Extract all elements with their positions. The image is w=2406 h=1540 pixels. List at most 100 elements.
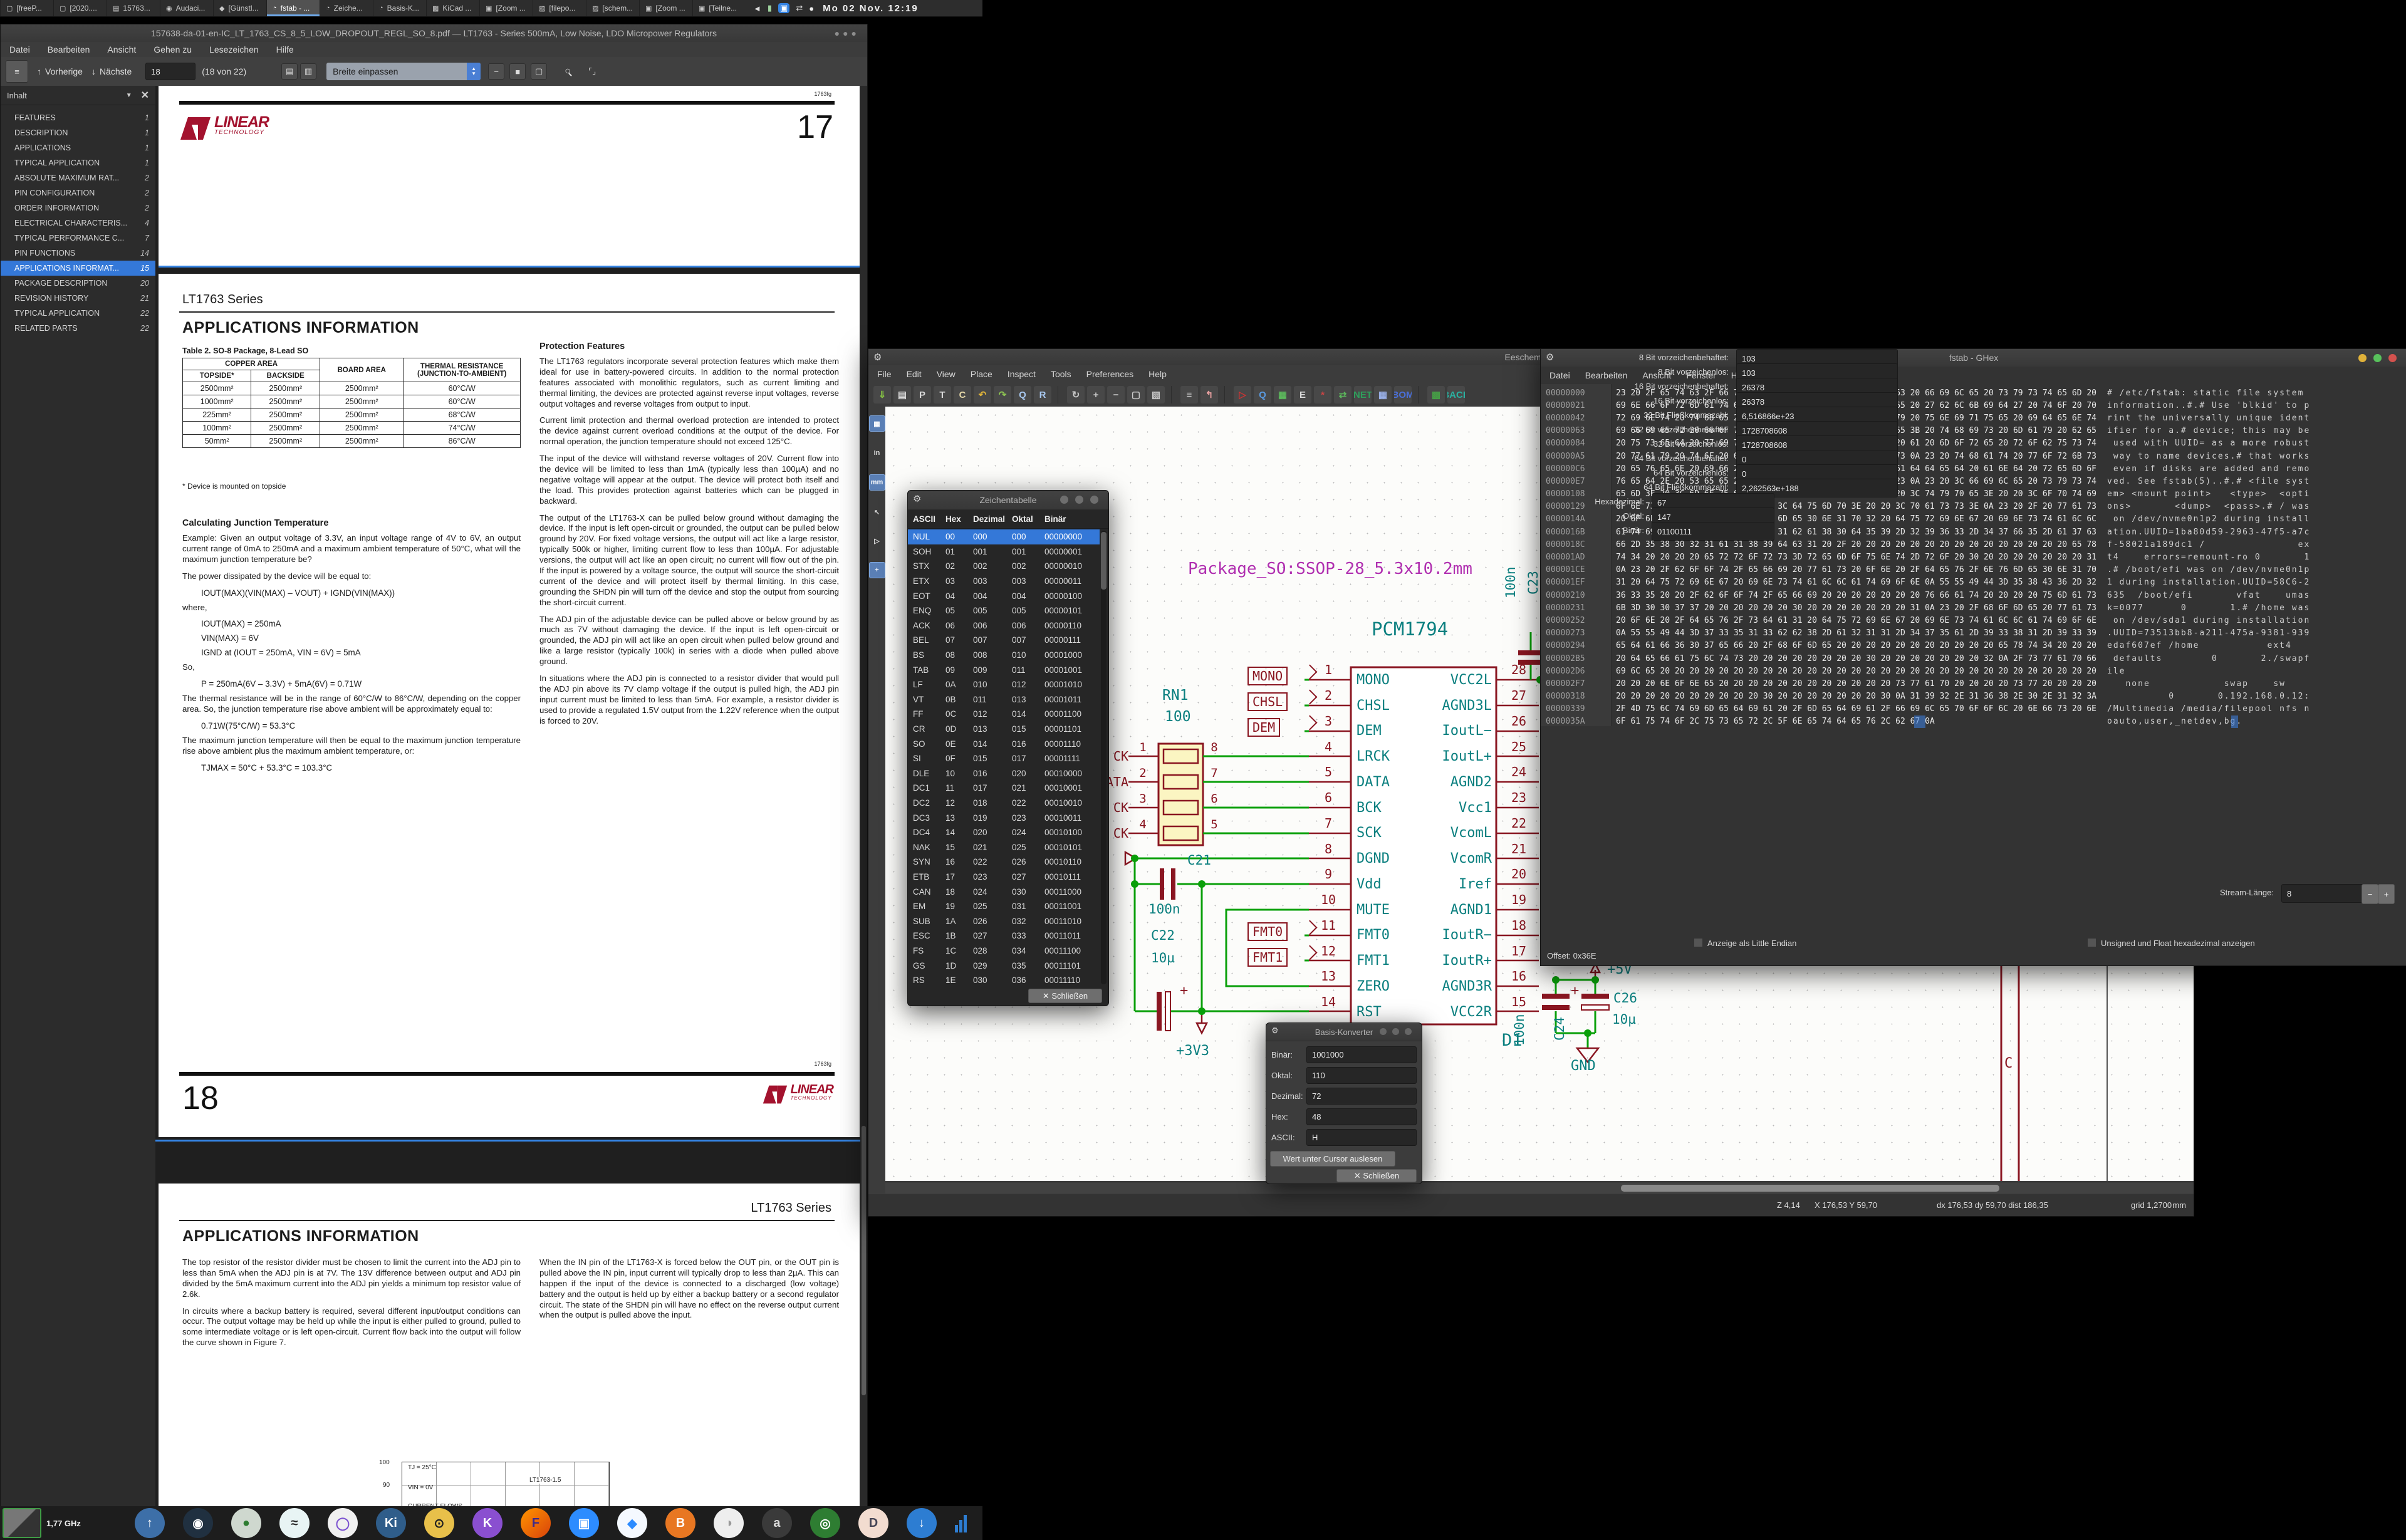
fullscreen-icon[interactable]: ⌜⌟ [585,64,600,79]
charmap-row[interactable]: EOT 04 004 004 00000100 [908,588,1100,603]
kicad-left-tool-icon[interactable]: ↖ [870,504,885,519]
toc-item[interactable]: APPLICATIONS 1 [1,140,155,155]
hex-ascii[interactable]: edaf607ef /home ext4 [2107,641,2310,650]
charmap-row[interactable]: FF 0C 012 014 00001100 [908,707,1100,722]
charmap-row[interactable]: ETX 03 003 003 00000011 [908,574,1100,589]
stream-plus-button[interactable]: + [2378,884,2395,904]
c22-value[interactable]: 10µ [1151,950,1175,965]
pdf-document-area[interactable]: 1763fg LINEAR TECHNOLOGY 17 LT1763 Series… [155,86,860,1511]
kicad-toolbar-icon[interactable]: E [1294,386,1311,403]
c21-reference[interactable]: C21 [1187,853,1211,868]
taskbar-button[interactable]: ▤ 15763... [107,0,160,16]
pdf-menu-item[interactable]: Gehen zu [154,44,192,55]
charmap-row[interactable]: CR 0D 013 015 00001101 [908,722,1100,737]
charmap-row[interactable]: GS 1D 029 035 00011101 [908,958,1100,973]
battery-icon[interactable]: ▮ [768,3,772,13]
little-endian-checkbox[interactable]: Anzeige als Little Endian [1694,938,1796,948]
charmap-row[interactable]: ETB 17 023 027 00010111 [908,870,1100,885]
charmap-row[interactable]: ESC 1B 027 033 00011011 [908,929,1100,944]
hex-bytes[interactable]: 74 34 20 20 20 20 65 72 72 6F 72 73 3D 7… [1616,553,2098,562]
c26-value[interactable]: 10µ [1612,1012,1636,1027]
c21-value[interactable]: 100n [1148,902,1180,917]
hex-bytes[interactable]: 36 33 35 20 20 2F 62 6F 6F 74 2F 65 66 6… [1616,591,2098,600]
read-value-button[interactable]: Wert unter Cursor auslesen [1270,1151,1395,1167]
dock-app-icon[interactable]: K [472,1508,503,1538]
toc-item[interactable]: REVISION HISTORY 21 [1,291,155,306]
global-label[interactable]: DEM [1247,717,1281,737]
taskbar-button[interactable]: ▨ [schem... [586,0,639,16]
kicad-left-tool-icon[interactable]: ▦ [868,415,885,432]
kicad-menu-item[interactable]: Inspect [1008,369,1036,379]
charmap-row[interactable]: FS 1C 028 034 00011100 [908,944,1100,959]
single-page-view-icon[interactable]: ▤ [281,63,298,80]
hex-ascii[interactable]: k=0077 0 1.# /home was [2107,603,2310,613]
toc-item[interactable]: TYPICAL PERFORMANCE C... 7 [1,231,155,246]
window-buttons[interactable]: ●●● [835,28,860,38]
kicad-toolbar-icon[interactable]: ↰ [1200,386,1218,403]
charmap-row[interactable]: BS 08 008 010 00001000 [908,648,1100,663]
hex-ascii[interactable]: ile [2107,667,2310,676]
charmap-row[interactable]: STX 02 002 002 00000010 [908,559,1100,574]
bell-icon[interactable]: ● [809,4,814,13]
taskbar-button[interactable]: ▣ [Teilne... [692,0,746,16]
hex-ascii[interactable]: on /dev/sda1 during installation [2107,616,2310,625]
spinner-icon[interactable]: ▲ ▼ [467,63,481,80]
clock[interactable]: Mo 02 Nov. 12:19 [823,0,925,16]
toc-item[interactable]: TYPICAL APPLICATION 1 [1,155,155,170]
kicad-toolbar-icon[interactable]: ↶ [974,386,991,403]
dock-app-icon[interactable]: ≈ [279,1508,310,1538]
footprint-field[interactable]: Package_SO:SSOP-28_5.3x10.2mm [1188,559,1472,578]
hex-ascii[interactable]: defaults 0 2./swapf [2107,654,2310,663]
pin-name[interactable]: IoutR− [1353,923,1492,949]
gnd-label[interactable]: GND [1571,1058,1596,1074]
kicad-toolbar-icon[interactable]: * [1314,386,1331,403]
network-icon[interactable]: ⇄ [796,3,803,13]
global-label[interactable]: FMT1 [1247,948,1288,967]
kicad-left-tool-icon[interactable]: ▷ [870,533,885,548]
pdf-menu-item[interactable]: Bearbeiten [48,44,90,55]
dock-app-icon[interactable]: ↓ [906,1508,937,1538]
dock-app-icon[interactable]: F [520,1508,551,1538]
kicad-toolbar-icon[interactable]: BOM [1394,386,1412,403]
charmap-row[interactable]: DC2 12 018 022 00010010 [908,796,1100,811]
hex-bytes[interactable]: 20 6F 6E 20 2F 64 65 76 2F 73 64 61 31 2… [1616,616,2098,625]
cpu-widget[interactable] [3,1508,41,1538]
charmap-row[interactable]: SOH 01 001 001 00000001 [908,544,1100,559]
kicad-toolbar-icon[interactable]: C [954,386,971,403]
pdf-menu-item[interactable]: Datei [9,44,30,55]
field-input[interactable]: 1001000 [1306,1046,1417,1063]
kicad-toolbar-icon[interactable]: P [914,386,931,403]
pin-name[interactable]: VCC2R [1353,999,1492,1025]
charmap-row[interactable]: TAB 09 009 011 00001001 [908,662,1100,677]
screenshare-icon[interactable]: ▣ [778,3,790,13]
hex-bytes[interactable]: 0A 55 55 49 44 3D 37 33 35 31 33 62 62 3… [1616,628,2098,638]
dock-app-icon[interactable]: ◯ [327,1508,358,1538]
toc-item[interactable]: FEATURES 1 [1,110,155,125]
taskbar-button[interactable]: ▨ [filepo... [533,0,586,16]
kicad-menu-item[interactable]: View [937,369,956,379]
hex-ascii[interactable]: 1 during installation.UUID=58C6-2 [2107,578,2310,587]
charmap-row[interactable]: DLE 10 016 020 00010000 [908,766,1100,781]
charmap-row[interactable]: RS 1E 030 036 00011110 [908,973,1100,987]
zoom-select[interactable]: Breite einpassen ▲ ▼ [326,63,481,80]
dock-app-icon[interactable]: a [761,1508,792,1538]
charmap-row[interactable]: DC4 14 020 024 00010100 [908,825,1100,840]
toc-item[interactable]: DESCRIPTION 1 [1,125,155,140]
kicad-toolbar-icon[interactable]: Q [1254,386,1271,403]
kicad-toolbar-icon[interactable]: ⇄ [1334,386,1351,403]
kicad-menu-item[interactable]: Preferences [1086,369,1133,379]
hex-bytes[interactable]: 6F 61 75 74 6F 2C 75 73 65 72 2C 5F 6E 6… [1616,717,2098,726]
zoom-normal-button[interactable]: ■ [509,63,526,80]
sidebar-toggle-button[interactable]: ≡ [6,60,28,83]
toc-item[interactable]: PACKAGE DESCRIPTION 20 [1,276,155,291]
dock-app-icon[interactable]: ⊙ [424,1508,454,1538]
dock-app-icon[interactable]: ▣ [568,1508,599,1538]
charmap-row[interactable]: ACK 06 006 006 00000110 [908,618,1100,633]
toc-item[interactable]: ORDER INFORMATION 2 [1,200,155,216]
kicad-toolbar-icon[interactable]: Q [1014,386,1031,403]
dock-app-icon[interactable]: ◎ [810,1508,840,1538]
charmap-row[interactable]: ENQ 05 005 005 00000101 [908,603,1100,618]
kicad-toolbar-icon[interactable]: ⇓ [873,386,891,403]
c23-reference[interactable]: C23 [1526,571,1541,595]
unsigned-hex-checkbox[interactable]: Unsigned und Float hexadezimal anzeigen [2087,938,2255,948]
